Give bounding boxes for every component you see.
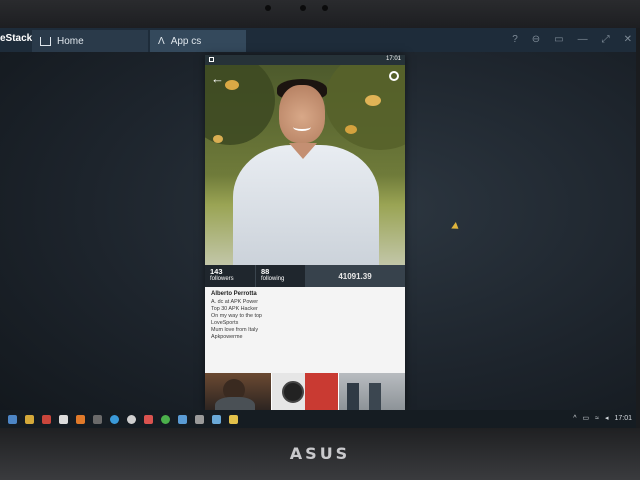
tab-apps[interactable]: Λ App cs [150, 30, 246, 52]
profile-photo: ← [205, 65, 405, 265]
chevron-up-icon[interactable]: ^ [573, 415, 576, 422]
laptop-screen: eStacks Home Λ App cs ? ⊖ ▭ — ⤢ ✕ 17:01 [0, 28, 636, 428]
bio-line: Top 30 APK Hacker [211, 306, 258, 312]
android-phone-view: 17:01 ← 143 followers 88 following 41091… [205, 55, 405, 410]
account-icon[interactable]: ⊖ [532, 34, 540, 45]
post-thumbnail[interactable] [339, 373, 405, 410]
whatsapp-icon[interactable] [161, 414, 170, 424]
followers-count: 143 [210, 267, 223, 276]
bio-line: On my way to the top [211, 313, 262, 319]
foliage [365, 95, 381, 106]
bezel-sensor [322, 5, 328, 11]
network-icon[interactable]: ▭ [582, 414, 589, 422]
vlc-icon[interactable] [76, 414, 85, 424]
edge-icon[interactable] [110, 414, 119, 424]
profile-value: 41091.39 [305, 265, 405, 287]
laptop-bezel-top [0, 0, 640, 28]
watch-icon [282, 381, 304, 403]
app-icon[interactable] [195, 414, 204, 424]
window-controls: ? ⊖ ▭ — ⤢ ✕ [512, 34, 632, 45]
bio-line: A. dc at APK Power [211, 299, 259, 305]
android-status-bar: 17:01 [205, 55, 405, 65]
profile-bio: Alberto Perrotta A. dc at APK Power Top … [205, 287, 405, 373]
foliage [225, 80, 239, 90]
person-smile [293, 123, 311, 131]
bio-line: LoveSports [211, 320, 239, 326]
bio-line: Mum love from Italy [211, 327, 259, 333]
folder-icon[interactable] [25, 414, 34, 424]
close-icon[interactable]: ✕ [624, 34, 632, 45]
person-shirt [233, 145, 379, 265]
app-icon[interactable] [212, 414, 221, 424]
foliage [213, 135, 223, 143]
followers-stat[interactable]: 143 followers [205, 265, 255, 287]
app-icon[interactable] [93, 414, 102, 424]
post-grid [205, 373, 405, 410]
post-thumbnail[interactable] [205, 373, 271, 410]
chrome-icon[interactable] [127, 414, 136, 424]
app-icon[interactable] [59, 414, 68, 424]
volume-icon[interactable]: ◂ [605, 414, 609, 422]
person-face [279, 85, 325, 143]
following-label: following [261, 276, 285, 282]
bezel-sensor [265, 5, 271, 11]
tab-label: App cs [170, 35, 202, 47]
following-stat[interactable]: 88 following [255, 265, 305, 287]
help-icon[interactable]: ? [512, 34, 518, 45]
app-icon[interactable] [42, 414, 51, 424]
start-icon[interactable] [8, 414, 17, 424]
fullscreen-icon[interactable]: ⤢ [602, 34, 610, 45]
status-clock: 17:01 [385, 56, 401, 62]
bio-line: Apkpowerme [211, 334, 243, 340]
system-tray: ^ ▭ ≈ ◂ 17:01 [573, 414, 632, 423]
tab-home[interactable]: Home [32, 30, 148, 52]
bluestacks-icon[interactable] [229, 414, 238, 424]
menu-icon[interactable]: ▭ [554, 34, 563, 45]
person-figure [215, 397, 255, 410]
person-figure [347, 383, 359, 410]
foliage [345, 125, 357, 134]
profile-name: Alberto Perrotta [211, 291, 257, 297]
minimize-icon[interactable]: — [578, 34, 588, 45]
followers-label: followers [210, 276, 234, 282]
app-icon[interactable] [178, 414, 187, 424]
camera-icon [300, 5, 306, 11]
home-icon [40, 36, 51, 46]
taskbar-clock[interactable]: 17:01 [614, 415, 632, 422]
profile-stats: 143 followers 88 following 41091.39 [205, 265, 405, 287]
following-count: 88 [261, 267, 270, 276]
windows-taskbar: ^ ▭ ≈ ◂ 17:01 [0, 410, 636, 428]
laptop-brand-logo: ASUS [289, 444, 351, 463]
wifi-icon[interactable]: ≈ [595, 415, 599, 422]
settings-icon[interactable] [389, 71, 399, 81]
mouse-cursor [451, 222, 461, 232]
back-arrow-icon[interactable]: ← [211, 71, 224, 86]
tab-label: Home [57, 35, 84, 47]
post-thumbnail[interactable] [272, 373, 338, 410]
app-icon[interactable] [144, 414, 153, 424]
notification-icon [209, 57, 214, 62]
person-figure [369, 383, 381, 410]
emulator-titlebar: eStacks Home Λ App cs ? ⊖ ▭ — ⤢ ✕ [0, 28, 636, 52]
app-icon: Λ [158, 35, 165, 47]
